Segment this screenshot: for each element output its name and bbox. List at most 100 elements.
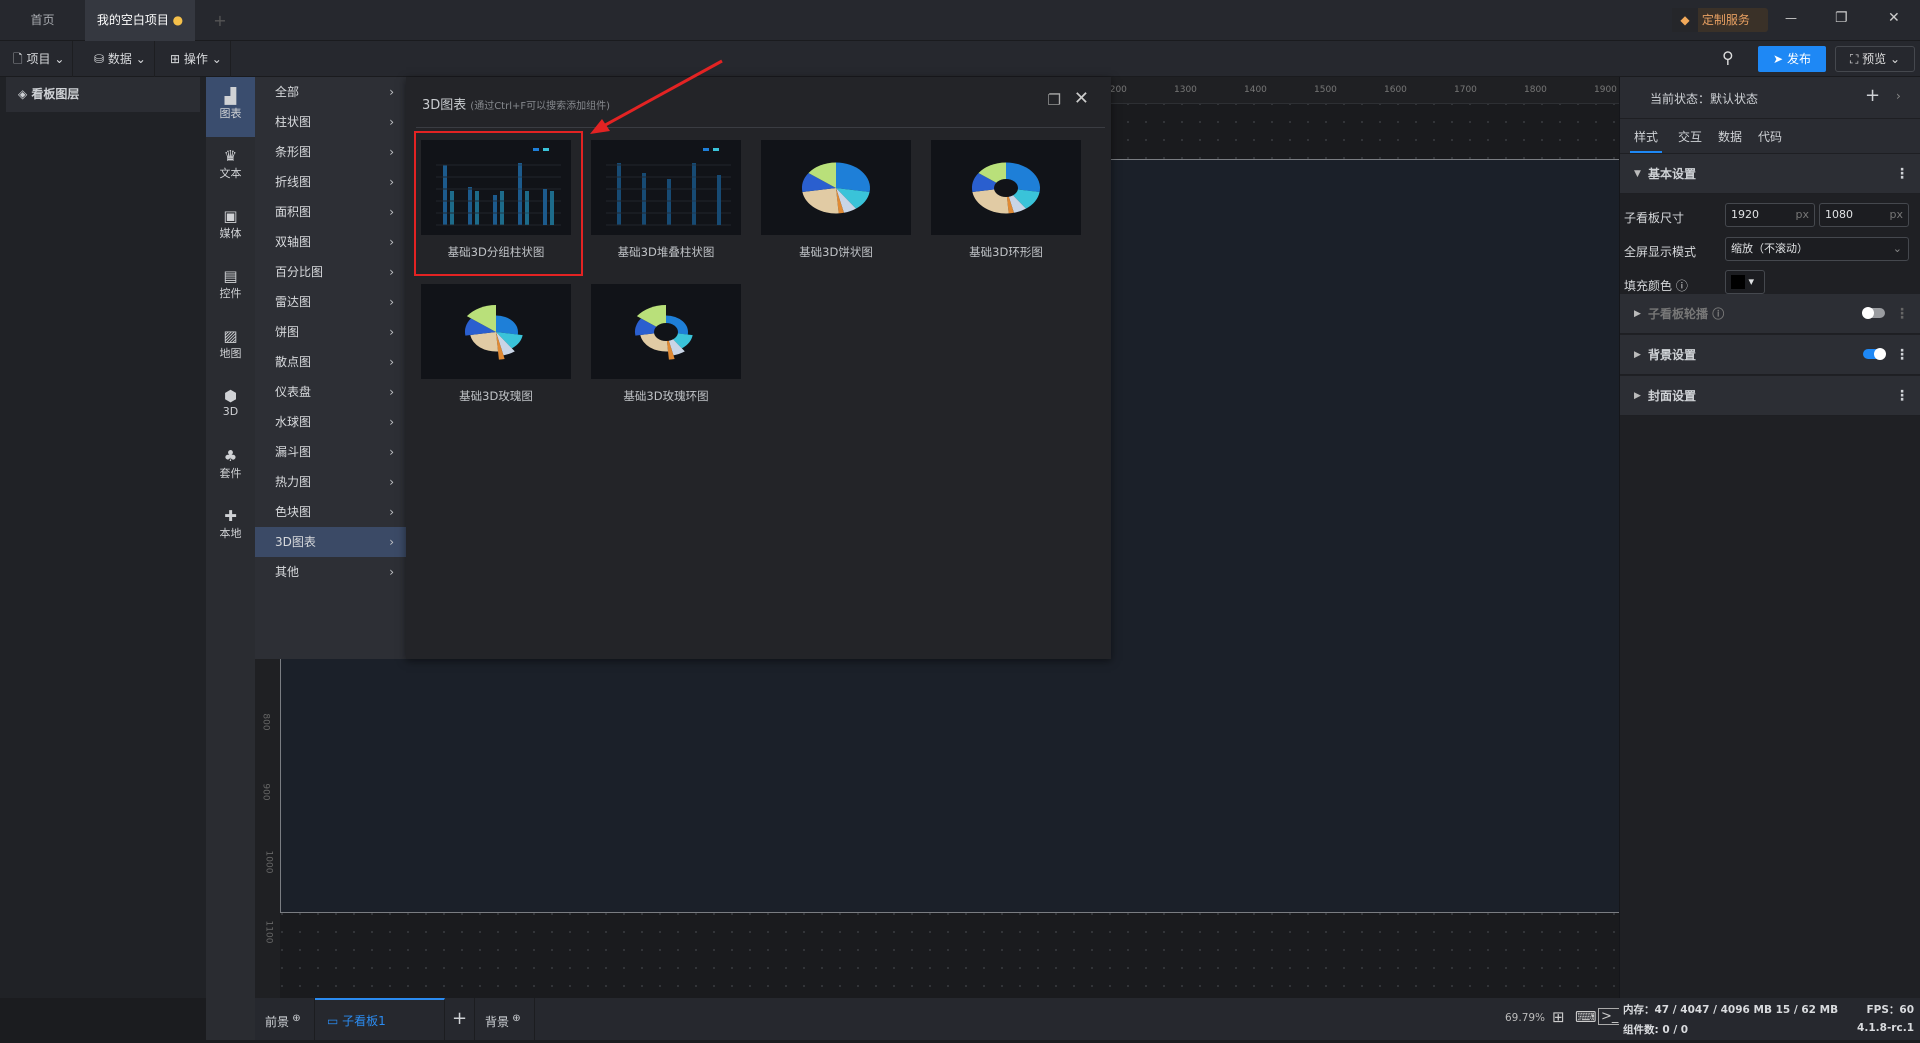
foreground-tab[interactable]: 前景 ⊕ xyxy=(255,998,315,1040)
background-section[interactable]: ▶ 背景设置 ⋮ xyxy=(1620,335,1920,375)
category-widget[interactable]: ▤ 控件 xyxy=(206,257,255,317)
category-3d[interactable]: ⬢ 3D xyxy=(206,377,255,437)
more-icon[interactable]: ⋮ xyxy=(1895,376,1909,416)
chart-label[interactable]: 基础3D玫瑰环图 xyxy=(591,388,741,404)
operate-menu[interactable]: ⊞ 操作 ⌄ xyxy=(162,41,231,77)
menu-item[interactable]: 3D图表 › xyxy=(255,527,406,557)
ruler-label: 1000 xyxy=(263,850,274,874)
menu-item[interactable]: 条形图 › xyxy=(255,137,406,167)
data-menu[interactable]: ⛁ 数据 ⌄ xyxy=(86,41,155,77)
unit-label: px xyxy=(1795,208,1810,221)
widget-icon: ▤ xyxy=(223,267,238,285)
close-button[interactable]: ✕ xyxy=(1888,10,1900,26)
tab-project[interactable]: 我的空白项目 ● xyxy=(85,0,195,41)
menu-item[interactable]: 百分比图 › xyxy=(255,257,406,287)
more-icon[interactable]: ⋮ xyxy=(1895,154,1909,194)
terminal-icon[interactable]: >_ xyxy=(1598,1008,1622,1025)
chart-label[interactable]: 基础3D饼状图 xyxy=(761,244,911,260)
custom-service-button[interactable]: ◆ 定制服务 xyxy=(1672,8,1768,32)
menu-item[interactable]: 热力图 › xyxy=(255,467,406,497)
menu-item[interactable]: 柱状图 › xyxy=(255,107,406,137)
menu-item[interactable]: 漏斗图 › xyxy=(255,437,406,467)
more-icon[interactable]: ⋮ xyxy=(1895,294,1909,334)
chart-label[interactable]: 基础3D环形图 xyxy=(931,244,1081,260)
chart-thumbnail-stacked-bar[interactable] xyxy=(591,140,741,235)
width-input[interactable]: 1920 px xyxy=(1725,203,1815,227)
layers-icon: ◈ xyxy=(18,87,28,101)
menu-item[interactable]: 散点图 › xyxy=(255,347,406,377)
property-tab[interactable]: 交互 xyxy=(1678,128,1702,151)
chevron-right-icon: › xyxy=(389,265,394,279)
zoom-level[interactable]: 69.79% xyxy=(1505,1012,1545,1024)
tab-home[interactable]: 首页 xyxy=(0,0,85,41)
category-media[interactable]: ▣ 媒体 xyxy=(206,197,255,257)
popout-icon[interactable]: ❐ xyxy=(1048,91,1061,109)
keyboard-icon[interactable]: ⌨ xyxy=(1575,1008,1597,1026)
cover-section[interactable]: ▶ 封面设置 ⋮ xyxy=(1620,376,1920,416)
chart-thumbnail-pie[interactable] xyxy=(761,140,911,235)
minimize-button[interactable]: — xyxy=(1785,11,1797,25)
preview-button[interactable]: ⛶ 预览 ⌄ xyxy=(1835,46,1915,72)
display-mode-select[interactable]: 缩放（不滚动） ⌄ xyxy=(1725,237,1909,261)
ruler-label: 900 xyxy=(260,783,271,801)
fit-screen-icon[interactable]: ⊞ xyxy=(1552,1008,1565,1026)
add-tab-button[interactable]: + xyxy=(205,0,235,41)
chart-label[interactable]: 基础3D玫瑰图 xyxy=(421,388,571,404)
background-tab[interactable]: 背景 ⊕ xyxy=(475,998,535,1040)
state-row: 当前状态：默认状态 + › xyxy=(1620,77,1920,119)
category-kit[interactable]: ♣ 套件 xyxy=(206,437,255,497)
add-state-button[interactable]: + xyxy=(1865,85,1880,106)
add-circle-icon[interactable]: ⊕ xyxy=(509,1013,520,1024)
height-input[interactable]: 1080 px xyxy=(1819,203,1909,227)
basic-settings-section[interactable]: ▼ 基本设置 ⋮ xyxy=(1620,154,1920,194)
chart-thumbnail-rose-ring[interactable] xyxy=(591,284,741,379)
ruler-label: 800 xyxy=(260,713,271,731)
menu-item[interactable]: 饼图 › xyxy=(255,317,406,347)
property-tab[interactable]: 代码 xyxy=(1758,128,1782,151)
unsaved-dot: ● xyxy=(172,13,184,27)
menu-item[interactable]: 色块图 › xyxy=(255,497,406,527)
crown-icon: ♛ xyxy=(223,147,238,165)
project-menu[interactable]: 🗋 项目 ⌄ xyxy=(5,41,74,77)
menu-item[interactable]: 面积图 › xyxy=(255,197,406,227)
operate-label: 操作 xyxy=(183,52,208,66)
category-map[interactable]: ▨ 地图 xyxy=(206,317,255,377)
close-icon[interactable]: ✕ xyxy=(1074,88,1089,109)
category-text[interactable]: ♛ 文本 xyxy=(206,137,255,197)
category-label: 控件 xyxy=(219,287,242,300)
ruler-label: 1700 xyxy=(1454,85,1477,95)
category-label: 文本 xyxy=(219,167,242,180)
menu-item[interactable]: 全部 › xyxy=(255,77,406,107)
menu-item[interactable]: 雷达图 › xyxy=(255,287,406,317)
board-tab[interactable]: ▭ 子看板1 xyxy=(315,998,445,1040)
chart-preview xyxy=(465,305,523,360)
category-local[interactable]: ✚ 本地 xyxy=(206,497,255,557)
publish-button[interactable]: ➤ 发布 xyxy=(1758,46,1826,72)
property-tab[interactable]: 数据 xyxy=(1718,128,1742,151)
menu-item[interactable]: 仪表盘 › xyxy=(255,377,406,407)
add-circle-icon[interactable]: ⊕ xyxy=(289,1013,300,1024)
background-toggle[interactable] xyxy=(1863,348,1886,360)
menu-item[interactable]: 双轴图 › xyxy=(255,227,406,257)
menu-item-label: 散点图 xyxy=(275,355,312,369)
chart-label[interactable]: 基础3D堆叠柱状图 xyxy=(591,244,741,260)
category-chart[interactable]: ▟ 图表 xyxy=(206,77,255,137)
chart-thumbnail-ring[interactable] xyxy=(931,140,1081,235)
add-board-button[interactable]: + xyxy=(445,998,475,1040)
chart-thumbnail-rose[interactable] xyxy=(421,284,571,379)
more-icon[interactable]: ⋮ xyxy=(1895,335,1909,375)
width-value: 1920 xyxy=(1731,208,1759,221)
chart-preview xyxy=(972,162,1040,214)
chevron-right-icon: › xyxy=(389,175,394,189)
menu-item[interactable]: 折线图 › xyxy=(255,167,406,197)
menu-item-label: 折线图 xyxy=(275,175,312,189)
property-tab[interactable]: 样式 xyxy=(1630,128,1663,153)
carousel-toggle[interactable] xyxy=(1862,307,1885,319)
restore-button[interactable]: ❐ xyxy=(1835,10,1848,26)
chevron-right-icon[interactable]: › xyxy=(1896,89,1901,103)
menu-item[interactable]: 其他 › xyxy=(255,557,406,587)
fill-color-picker[interactable]: ▾ xyxy=(1725,270,1765,294)
carousel-section[interactable]: ▶ 子看板轮播 ⓘ ⋮ xyxy=(1620,294,1920,334)
search-icon[interactable]: ⚲ xyxy=(1722,48,1734,67)
menu-item[interactable]: 水球图 › xyxy=(255,407,406,437)
